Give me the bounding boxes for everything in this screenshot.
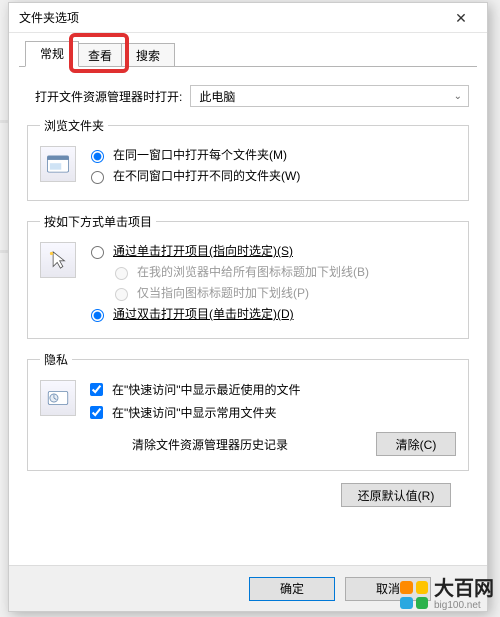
open-with-value: 此电脑: [199, 88, 235, 105]
radio-new-window[interactable]: 在不同窗口中打开不同的文件夹(W): [86, 167, 456, 184]
ok-button[interactable]: 确定: [249, 577, 335, 601]
radio-underline-hover-label: 仅当指向图标标题时加下划线(P): [137, 284, 309, 301]
radio-new-window-input[interactable]: [91, 171, 104, 184]
checkbox-recent-files-input[interactable]: [90, 383, 103, 396]
radio-single-click-label: 通过单击打开项目(指向时选定)(S): [113, 242, 293, 259]
radio-single-click[interactable]: 通过单击打开项目(指向时选定)(S): [86, 242, 456, 259]
checkbox-recent-files-label: 在"快速访问"中显示最近使用的文件: [112, 381, 301, 398]
window-title: 文件夹选项: [19, 3, 79, 33]
radio-same-window-input[interactable]: [91, 150, 104, 163]
group-click-legend: 按如下方式单击项目: [40, 213, 156, 230]
radio-underline-all: 在我的浏览器中给所有图标标题加下划线(B): [110, 263, 456, 280]
clear-button[interactable]: 清除(C): [376, 432, 456, 456]
radio-single-click-input[interactable]: [91, 246, 104, 259]
dialog-buttons: 确定 取消: [9, 565, 487, 611]
open-with-label: 打开文件资源管理器时打开:: [35, 88, 182, 105]
radio-double-click[interactable]: 通过双击打开项目(单击时选定)(D): [86, 305, 456, 322]
checkbox-frequent-folders-input[interactable]: [90, 406, 103, 419]
radio-underline-hover-input: [115, 288, 128, 301]
restore-defaults-button[interactable]: 还原默认值(R): [341, 483, 451, 507]
folder-window-icon: [40, 146, 76, 182]
radio-double-click-label: 通过双击打开项目(单击时选定)(D): [113, 305, 294, 322]
group-privacy-legend: 隐私: [40, 351, 72, 368]
tab-panel-general: 打开文件资源管理器时打开: 此电脑 ⌄ 浏览文件夹 在同一窗口中打开每个文件夹(…: [9, 67, 487, 507]
radio-underline-all-input: [115, 267, 128, 280]
group-browse-legend: 浏览文件夹: [40, 117, 108, 134]
close-icon: ✕: [455, 3, 467, 33]
folder-options-dialog: 文件夹选项 ✕ 常规 查看 搜索 打开文件资源管理器时打开: 此电脑 ⌄ 浏览文…: [8, 2, 488, 612]
group-click-items: 按如下方式单击项目 通过单击打开项目(指向时选定)(S) 在我的浏览器中给所有图…: [27, 213, 469, 339]
radio-underline-hover: 仅当指向图标标题时加下划线(P): [110, 284, 456, 301]
radio-new-window-label: 在不同窗口中打开不同的文件夹(W): [113, 167, 300, 184]
radio-same-window-label: 在同一窗口中打开每个文件夹(M): [113, 146, 287, 163]
close-button[interactable]: ✕: [441, 4, 481, 32]
checkbox-frequent-folders-label: 在"快速访问"中显示常用文件夹: [112, 404, 277, 421]
tab-view[interactable]: 查看: [73, 43, 127, 67]
open-with-dropdown[interactable]: 此电脑 ⌄: [190, 85, 469, 107]
clear-history-label: 清除文件资源管理器历史记录: [132, 436, 288, 453]
titlebar: 文件夹选项 ✕: [9, 3, 487, 33]
cursor-click-icon: [40, 242, 76, 278]
group-privacy: 隐私 在"快速访问"中显示最近使用的文件 在"快速访问"中显示常用文件夹 清: [27, 351, 469, 471]
tab-general[interactable]: 常规: [25, 41, 79, 67]
radio-underline-all-label: 在我的浏览器中给所有图标标题加下划线(B): [137, 263, 369, 280]
chevron-down-icon: ⌄: [454, 91, 462, 102]
radio-same-window[interactable]: 在同一窗口中打开每个文件夹(M): [86, 146, 456, 163]
group-browse-folders: 浏览文件夹 在同一窗口中打开每个文件夹(M) 在不同窗口中打开不同的文件夹(W): [27, 117, 469, 201]
cancel-button[interactable]: 取消: [345, 577, 431, 601]
radio-double-click-input[interactable]: [91, 309, 104, 322]
checkbox-recent-files[interactable]: 在"快速访问"中显示最近使用的文件: [86, 380, 456, 399]
checkbox-frequent-folders[interactable]: 在"快速访问"中显示常用文件夹: [86, 403, 456, 422]
tab-search[interactable]: 搜索: [121, 43, 175, 67]
history-icon: [40, 380, 76, 416]
tab-strip: 常规 查看 搜索: [19, 41, 477, 67]
